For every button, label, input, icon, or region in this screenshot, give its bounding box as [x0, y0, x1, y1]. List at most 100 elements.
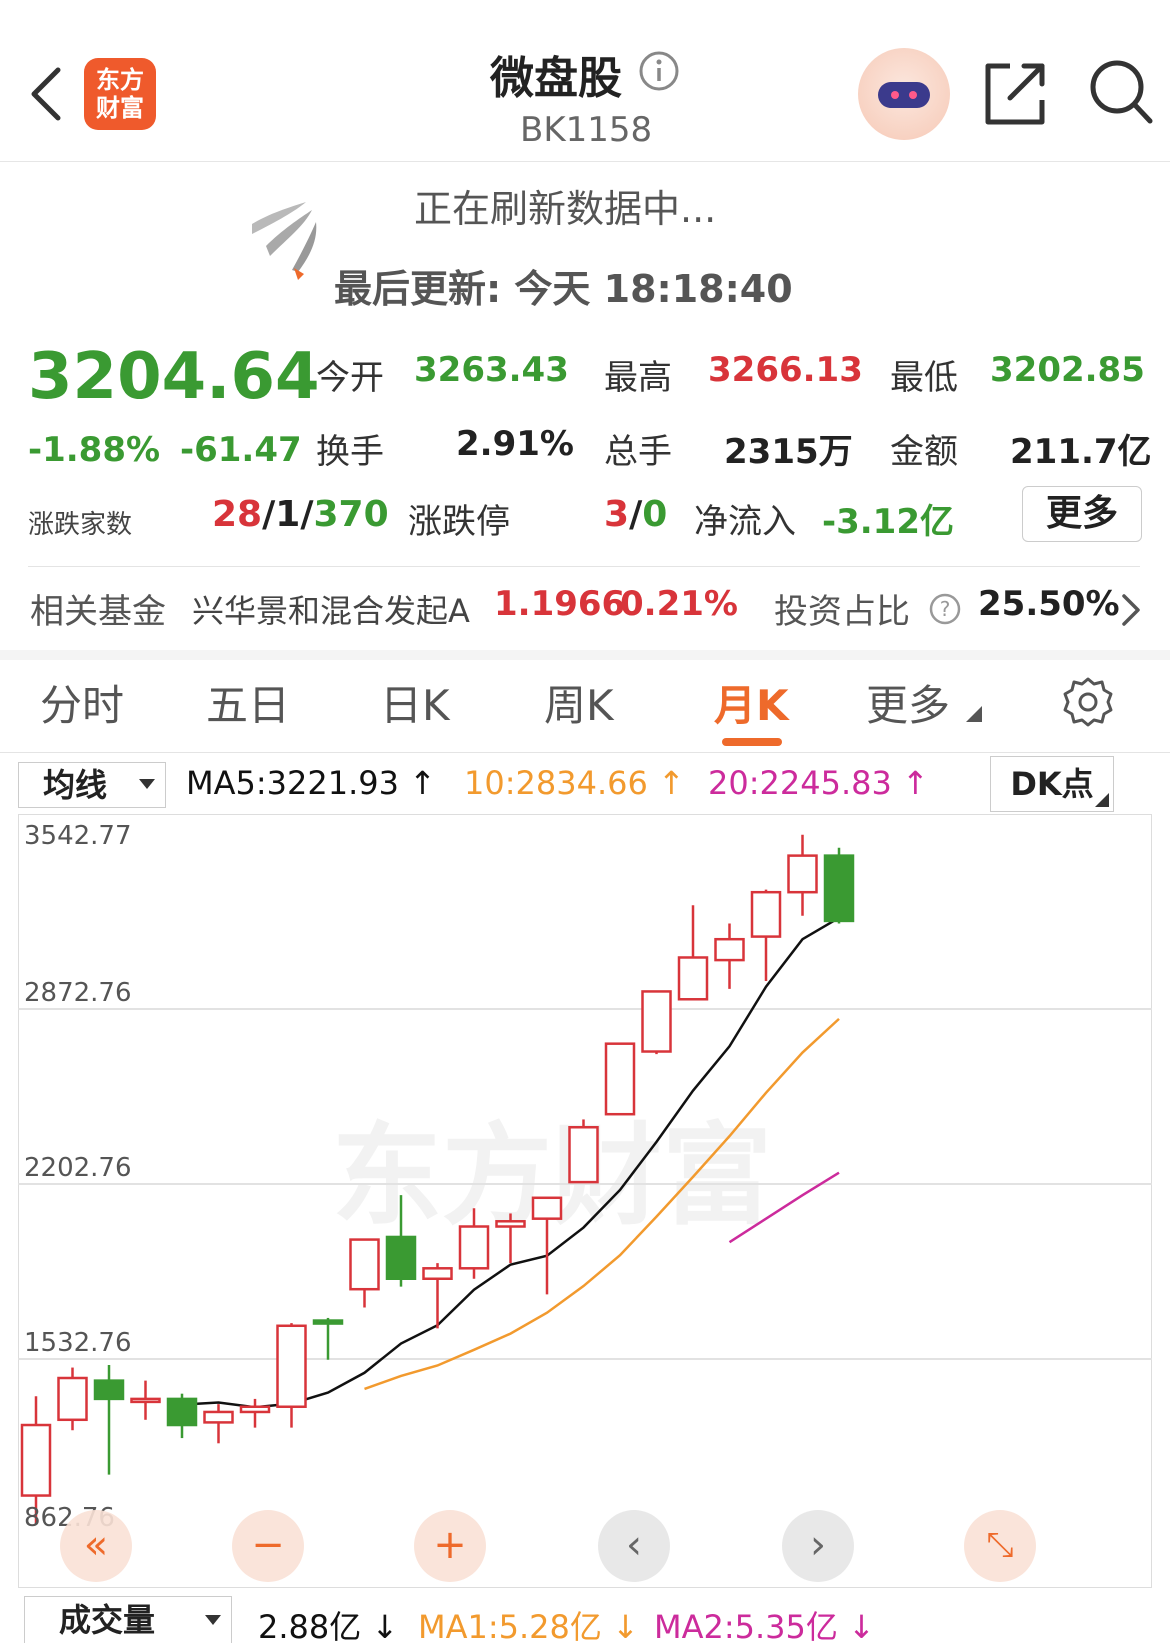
candle[interactable] [276, 1324, 307, 1408]
low-value: 3202.85 [990, 350, 1145, 390]
assistant-avatar[interactable] [858, 48, 950, 140]
breadth-flat: 1 [275, 494, 301, 535]
dropdown-corner-icon [966, 706, 982, 722]
high-label: 最高 [604, 358, 672, 398]
limit-separator: / [629, 494, 643, 535]
caret-down-icon [139, 779, 155, 789]
breadth-label: 涨跌家数 [28, 510, 133, 540]
candle[interactable] [93, 1379, 125, 1401]
y-tick-label: 1532.76 [24, 1328, 132, 1358]
netflow-label: 净流入 [694, 502, 796, 542]
netflow-value: -3.12亿 [822, 502, 954, 542]
indicator-select-label: 成交量 [59, 1601, 156, 1639]
amount-label: 金额 [890, 432, 958, 472]
candle[interactable] [458, 1225, 490, 1270]
fund-label: 相关基金 [30, 592, 166, 632]
fund-name: 兴华景和混合发起A [192, 592, 470, 630]
related-fund-row[interactable]: 相关基金 兴华景和混合发起A 1.1966 0.21% 投资占比 ? 25.50… [0, 568, 1170, 650]
settings-gear-icon[interactable] [1062, 676, 1114, 728]
svg-text:?: ? [940, 597, 951, 621]
ratio-value: 25.50% [978, 584, 1120, 624]
caret-down-icon [205, 1615, 221, 1625]
breadth-values: 28/1/370 [212, 494, 389, 535]
ma10-value: 10:2834.66 ↑ [464, 764, 685, 802]
tab-monthly-k[interactable]: 月K [714, 672, 789, 733]
candle[interactable] [531, 1196, 563, 1220]
candle[interactable] [641, 990, 672, 1053]
breadth-separator: / [300, 494, 314, 535]
tab-five-day[interactable]: 五日 [206, 672, 290, 733]
candle[interactable] [677, 956, 709, 1001]
y-tick-label: 2202.76 [24, 1153, 132, 1183]
refresh-spinner-icon [252, 202, 317, 280]
section-gap [0, 650, 1170, 660]
logo-text-line1: 东方 [96, 66, 144, 94]
breadth-down: 370 [313, 494, 389, 535]
high-value: 3266.13 [708, 350, 863, 390]
more-button[interactable]: 更多 [1022, 486, 1142, 542]
volume-value-label: 2.88亿 ↓ [258, 1608, 399, 1643]
zoom-out-button[interactable]: − [232, 1510, 304, 1582]
candle[interactable] [312, 1319, 344, 1325]
candle[interactable] [130, 1397, 161, 1404]
breadth-separator: / [262, 494, 276, 535]
search-icon[interactable] [1088, 58, 1154, 126]
candle[interactable] [239, 1405, 271, 1414]
help-icon[interactable]: ? [928, 592, 962, 626]
candle[interactable] [568, 1126, 599, 1184]
turnover-value: 2.91% [456, 424, 574, 464]
tab-intraday[interactable]: 分时 [40, 672, 124, 733]
candle[interactable] [422, 1267, 453, 1281]
volume-label: 总手 [604, 432, 672, 472]
candle[interactable] [20, 1423, 52, 1497]
candle[interactable] [203, 1410, 234, 1424]
ratio-label: 投资占比 [774, 592, 910, 632]
change-percent: -1.88% [28, 430, 161, 470]
volume-ma1-label: MA1:5.28亿 ↓ [418, 1608, 639, 1643]
watermark-logo: 东方财富 [332, 1112, 772, 1240]
candle[interactable] [166, 1397, 198, 1427]
candle[interactable] [823, 854, 855, 923]
scroll-left-button[interactable]: ‹ [598, 1510, 670, 1582]
limit-up: 3 [604, 494, 630, 535]
board-code: BK1158 [520, 110, 653, 150]
indicator-select[interactable]: 成交量 [24, 1596, 232, 1643]
refresh-status: 正在刷新数据中... [414, 187, 717, 231]
candle[interactable] [787, 854, 818, 894]
candle[interactable] [750, 890, 782, 938]
dk-point-button[interactable]: DK点 [990, 756, 1114, 812]
candle[interactable] [714, 937, 745, 962]
ma-select-label: 均线 [43, 766, 108, 804]
ma20-value: 20:2245.83 ↑ [708, 764, 929, 802]
logo-text-line2: 财富 [96, 94, 144, 122]
scroll-start-button[interactable]: « [60, 1510, 132, 1582]
back-arrow-icon[interactable] [26, 66, 66, 122]
fund-price: 1.1966 [494, 584, 626, 624]
candle[interactable] [604, 1042, 636, 1116]
tab-more[interactable]: 更多 [866, 672, 950, 733]
y-tick-label: 3542.77 [24, 821, 132, 851]
candle[interactable] [349, 1238, 380, 1291]
limit-down: 0 [642, 494, 668, 535]
limit-label: 涨跌停 [408, 502, 510, 542]
top-bar: 东方 财富 微盘股 BK1158 [0, 0, 1170, 162]
low-label: 最低 [890, 358, 958, 398]
open-label: 今开 [316, 358, 384, 398]
tab-daily-k[interactable]: 日K [380, 672, 450, 733]
fullscreen-button[interactable]: ⤡ [964, 1510, 1036, 1582]
zoom-in-button[interactable]: + [414, 1510, 486, 1582]
candle[interactable] [385, 1235, 417, 1281]
ma-select[interactable]: 均线 [18, 762, 166, 808]
candle[interactable] [57, 1376, 88, 1422]
turnover-label: 换手 [316, 432, 384, 472]
robot-face-icon [878, 82, 930, 108]
last-update-time: 最后更新: 今天 18:18:40 [334, 267, 793, 311]
tab-weekly-k[interactable]: 周K [544, 672, 614, 733]
info-icon[interactable] [638, 50, 680, 92]
share-icon[interactable] [984, 60, 1046, 126]
scroll-right-button[interactable]: › [782, 1510, 854, 1582]
candle[interactable] [495, 1220, 526, 1228]
candlestick-chart[interactable]: 东方财富 3542.772872.762202.761532.76862.76 [18, 814, 1152, 1588]
amount-value: 211.7亿 [1010, 432, 1152, 472]
page-title: 微盘股 [490, 53, 622, 104]
